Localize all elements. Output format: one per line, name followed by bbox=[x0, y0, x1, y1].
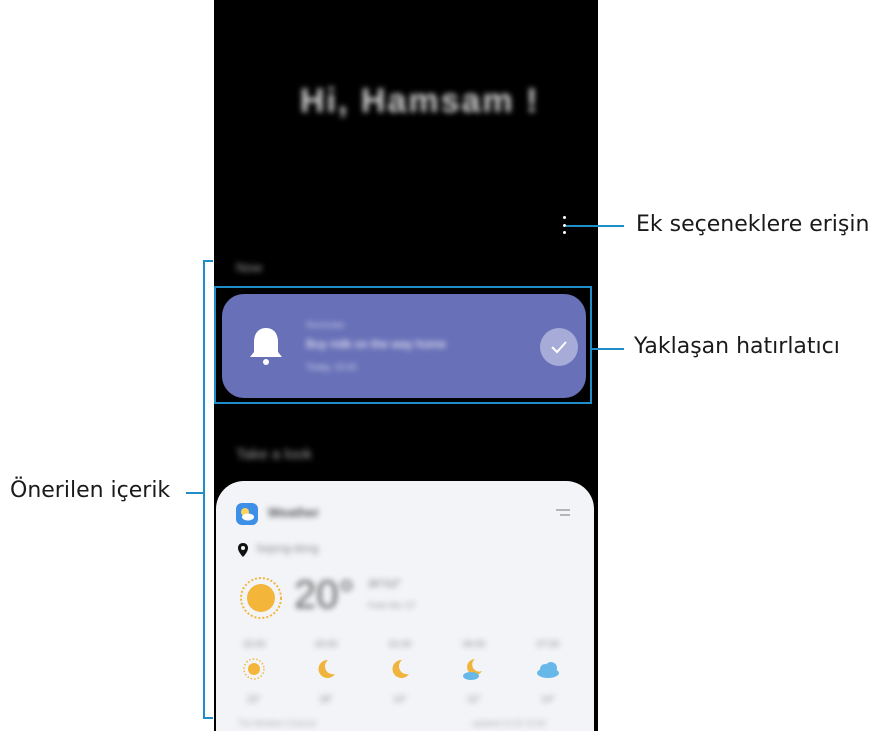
forecast-item: 07:00 14° bbox=[520, 639, 576, 709]
callout-line-suggested bbox=[186, 492, 204, 494]
section-title-take-a-look: Take a look bbox=[236, 446, 312, 463]
forecast-temp: 18° bbox=[319, 694, 333, 704]
reminder-title: Buy milk on the way home bbox=[306, 337, 447, 351]
temperature-range: 20°/12° bbox=[368, 579, 402, 590]
weather-title: Weather bbox=[268, 505, 320, 520]
bell-icon bbox=[250, 328, 282, 365]
forecast-time: 06:00 bbox=[462, 639, 486, 649]
callout-line-reminder bbox=[592, 348, 624, 350]
forecast-time: 07:00 bbox=[536, 639, 560, 649]
forecast-item: 06:00 12° bbox=[446, 639, 502, 709]
callout-bracket-vertical bbox=[203, 260, 205, 719]
forecast-item: 20:00 18° bbox=[298, 639, 354, 709]
greeting-text: Hi, Hamsam ! bbox=[300, 82, 540, 120]
reminder-time: Today, 15:00 bbox=[306, 362, 357, 372]
forecast-temp: 14° bbox=[541, 694, 555, 704]
forecast-time: 15:00 bbox=[242, 639, 266, 649]
complete-reminder-button[interactable] bbox=[540, 328, 578, 366]
forecast-time: 01:00 bbox=[388, 639, 412, 649]
forecast-time: 20:00 bbox=[314, 639, 338, 649]
feels-like: Feels like 13° bbox=[368, 601, 417, 610]
callout-more-options: Ek seçeneklere erişin bbox=[636, 212, 870, 237]
forecast-temp: 12° bbox=[467, 694, 481, 704]
reminder-card[interactable]: Reminder Buy milk on the way home Today,… bbox=[222, 294, 586, 398]
hourly-forecast: 15:00 22° 20:00 18° 01:00 14° 06:00 12° … bbox=[226, 639, 576, 709]
forecast-temp: 22° bbox=[247, 694, 261, 704]
drag-handle-icon[interactable] bbox=[556, 509, 570, 517]
moon-icon bbox=[392, 659, 409, 678]
location-pin-icon bbox=[238, 543, 248, 557]
moon-icon bbox=[318, 659, 335, 678]
moon-cloud-icon bbox=[463, 659, 482, 680]
section-title-now: Now bbox=[236, 260, 263, 275]
callout-upcoming-reminder: Yaklaşan hatırlatıcı bbox=[634, 334, 840, 359]
check-icon bbox=[551, 341, 567, 354]
sun-icon bbox=[243, 658, 265, 680]
cloud-icon bbox=[537, 662, 559, 678]
callout-bracket-bottom bbox=[203, 717, 213, 719]
sun-icon bbox=[240, 577, 282, 619]
reminder-category: Reminder bbox=[306, 320, 346, 330]
weather-provider: The Weather Channel bbox=[238, 719, 317, 728]
weather-app-icon bbox=[236, 503, 258, 525]
forecast-item: 15:00 22° bbox=[226, 639, 282, 709]
phone-screen: Hi, Hamsam ! Now Reminder Buy milk on th… bbox=[214, 0, 598, 731]
callout-line-more-options bbox=[566, 225, 624, 227]
weather-card[interactable]: Weather Sejong-dong 20° 20°/12° Feels li… bbox=[216, 481, 594, 731]
weather-location: Sejong-dong bbox=[256, 543, 319, 555]
forecast-item: 01:00 14° bbox=[372, 639, 428, 709]
callout-suggested-content: Önerilen içerik bbox=[10, 478, 171, 503]
weather-updated-time: updated 10.25 15:00 bbox=[472, 719, 546, 728]
forecast-temp: 14° bbox=[393, 694, 407, 704]
current-temperature: 20° bbox=[294, 573, 355, 617]
